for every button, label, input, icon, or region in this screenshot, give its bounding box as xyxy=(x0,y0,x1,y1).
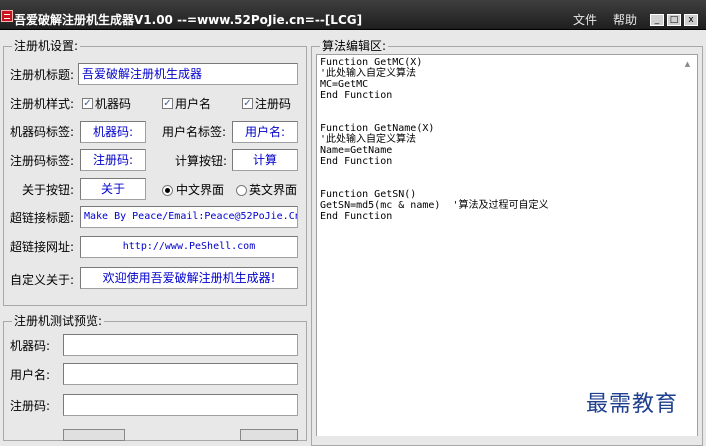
regcode-tag-input[interactable]: 注册码: xyxy=(80,149,146,171)
window-title: 吾爱破解注册机生成器V1.00 --=www.52PoJie.cn=--[LCG… xyxy=(14,13,363,27)
custom-about-input[interactable]: 欢迎使用吾爱破解注册机生成器! xyxy=(80,267,298,289)
style-label: 注册机样式: xyxy=(10,97,75,111)
preview-regcode-label: 注册码: xyxy=(10,399,51,413)
watermark-text: 最需教育 xyxy=(586,392,679,417)
style-machine-checkbox[interactable]: ✓ xyxy=(82,98,93,109)
style-regcode-label: 注册码 xyxy=(255,97,292,111)
close-button[interactable]: x xyxy=(684,14,698,26)
style-machine-label: 机器码 xyxy=(95,97,132,111)
algorithm-group-title: 算法编辑区: xyxy=(320,39,389,53)
algorithm-editor[interactable]: Function GetMC(X) '此处输入自定义算法 MC=GetMC En… xyxy=(316,54,698,436)
title-label: 注册机标题: xyxy=(10,68,75,82)
settings-group-title: 注册机设置: xyxy=(12,39,81,53)
style-regcode-checkbox[interactable]: ✓ xyxy=(242,98,253,109)
preview-machine-input[interactable] xyxy=(63,334,298,356)
lang-english-label: 英文界面 xyxy=(249,183,298,197)
link-url-label: 超链接网址: xyxy=(10,240,75,254)
title-bar: 吾爱破解注册机生成器V1.00 --=www.52PoJie.cn=--[LCG… xyxy=(0,0,706,30)
style-username-label: 用户名 xyxy=(175,97,212,111)
minimize-button[interactable]: _ xyxy=(650,14,664,26)
preview-group-title: 注册机测试预览: xyxy=(12,314,105,328)
preview-regcode-input[interactable] xyxy=(63,394,298,416)
preview-username-input[interactable] xyxy=(63,363,298,385)
custom-about-label: 自定义关于: xyxy=(10,273,75,287)
link-title-label: 超链接标题: xyxy=(10,211,75,225)
menu-help[interactable]: 帮助 xyxy=(613,13,637,27)
about-button-label: 关于按钮: xyxy=(22,183,75,197)
maximize-button[interactable]: □ xyxy=(667,14,681,26)
about-button-input[interactable]: 关于 xyxy=(80,178,146,200)
style-username-checkbox[interactable]: ✓ xyxy=(162,98,173,109)
calc-button-input[interactable]: 计算 xyxy=(232,149,298,171)
preview-machine-label: 机器码: xyxy=(10,339,51,353)
username-tag-label: 用户名标签: xyxy=(162,125,227,139)
app-icon xyxy=(1,10,13,22)
link-title-input[interactable]: Make By Peace/Email:Peace@52PoJie.Cn xyxy=(80,206,298,228)
regcode-tag-label: 注册码标签: xyxy=(10,154,75,168)
machine-tag-label: 机器码标签: xyxy=(10,125,75,139)
username-tag-input[interactable]: 用户名: xyxy=(232,121,298,143)
link-url-input[interactable]: http://www.PeShell.com xyxy=(80,236,298,258)
preview-username-label: 用户名: xyxy=(10,368,51,382)
title-input[interactable]: 吾爱破解注册机生成器 xyxy=(78,63,298,85)
lang-chinese-radio[interactable] xyxy=(162,185,173,196)
machine-tag-input[interactable]: 机器码: xyxy=(80,121,146,143)
scroll-up-arrow-icon[interactable]: ▲ xyxy=(683,60,692,69)
preview-calc-button[interactable] xyxy=(63,429,125,441)
lang-chinese-label: 中文界面 xyxy=(176,183,225,197)
menu-file[interactable]: 文件 xyxy=(573,13,597,27)
lang-english-radio[interactable] xyxy=(236,185,247,196)
preview-about-button[interactable] xyxy=(240,429,298,441)
calc-button-label: 计算按钮: xyxy=(175,154,228,168)
